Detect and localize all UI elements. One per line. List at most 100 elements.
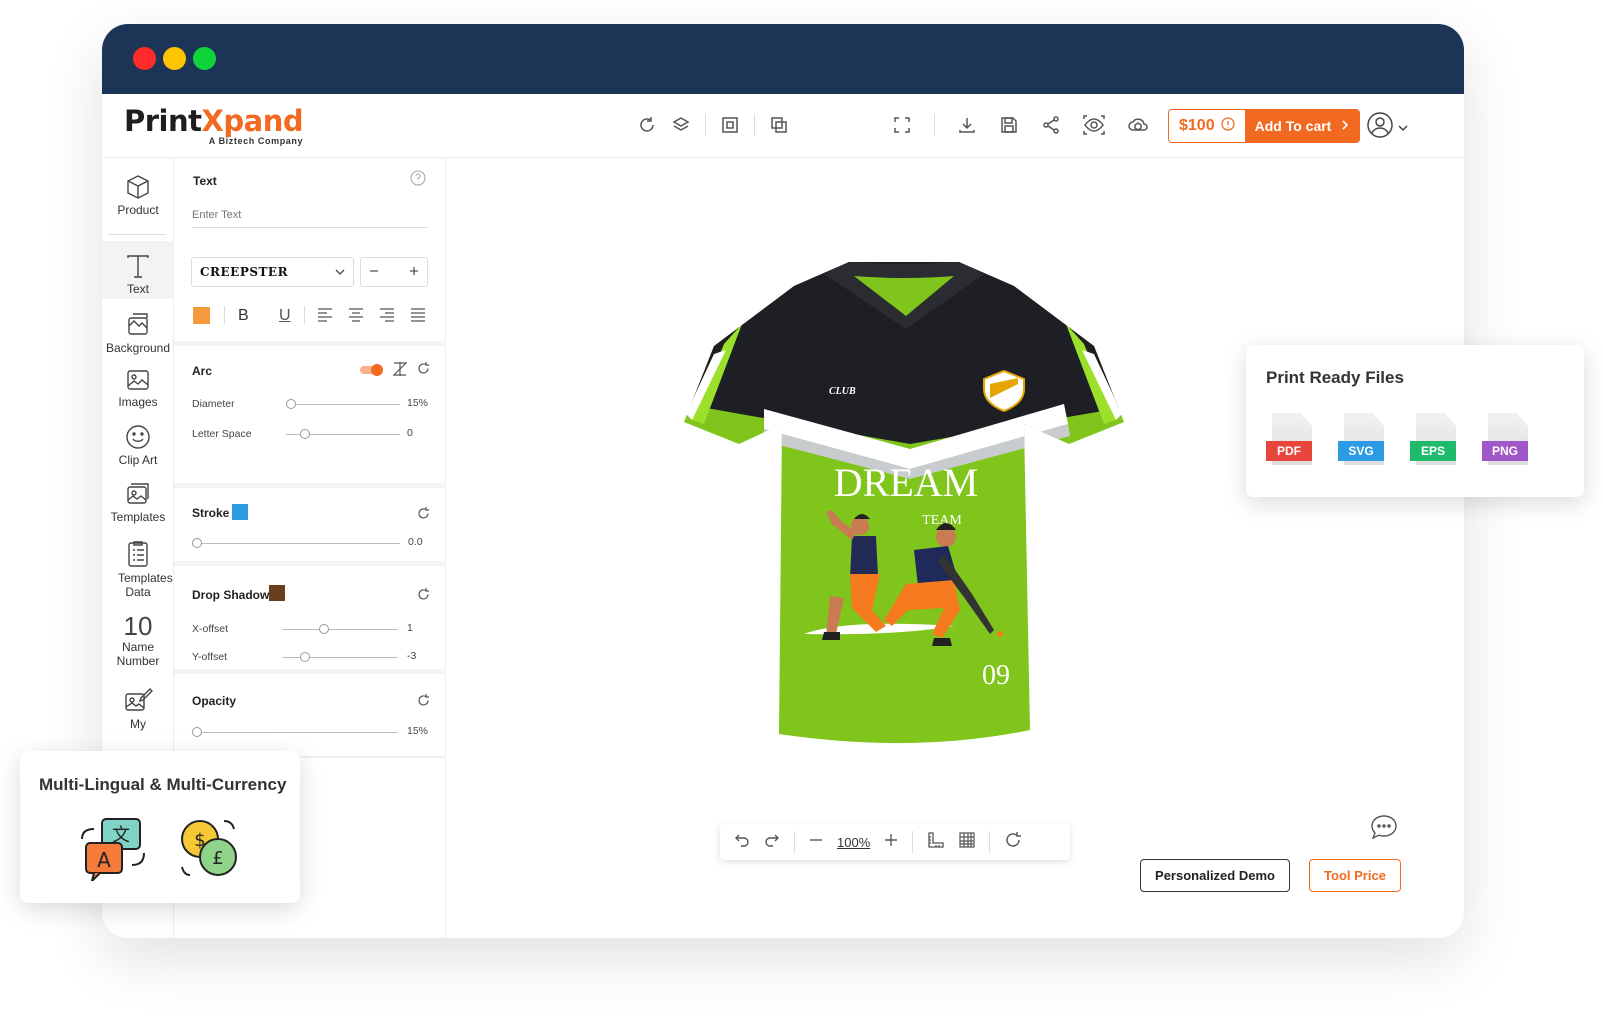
arc-title: Arc [192,364,213,378]
dream-text[interactable]: DREAM [834,460,978,505]
toolbar-divider [304,306,305,324]
sidebar-item-templates-data[interactable]: Templates Data [102,540,174,599]
info-icon[interactable] [1220,116,1235,136]
reset-stroke-icon[interactable] [416,506,431,526]
text-input[interactable] [192,202,428,228]
maximize-window-button[interactable] [193,47,216,70]
design-canvas[interactable]: CLUB DREAM TEAM 09 100% Personalized Dem… [446,158,1464,938]
x-offset-slider-handle[interactable] [319,624,329,634]
toolbar-divider [912,831,914,853]
share-icon[interactable] [1041,114,1061,136]
x-offset-value: 1 [407,622,413,634]
sidebar-item-clip-art[interactable]: Clip Art [102,424,174,467]
align-justify-icon[interactable] [410,308,426,327]
sidebar-item-label: Templates [110,510,166,524]
x-offset-slider-track[interactable] [282,629,398,630]
templates-icon [127,483,149,504]
save-icon[interactable] [999,114,1019,136]
currency-icon: $ £ [181,820,237,876]
y-offset-slider-handle[interactable] [300,652,310,662]
smiley-icon [126,425,150,449]
toolbar-divider [754,114,755,136]
reset-shadow-icon[interactable] [416,587,431,607]
cube-icon [127,175,149,199]
layers-icon[interactable] [671,114,691,136]
jersey-number-text[interactable]: 09 [982,660,1010,691]
reset-arc-icon[interactable] [416,361,431,381]
stroke-color-swatch[interactable] [232,504,248,520]
logo-print: Print [124,104,202,138]
sidebar-divider [108,234,166,235]
sidebar-item-label: My [130,717,146,731]
drop-shadow-section: Drop Shadow X-offset 1 Y-offset -3 [174,566,446,674]
letter-space-slider-handle[interactable] [300,429,310,439]
opacity-slider-handle[interactable] [192,727,202,737]
bold-button[interactable]: B [238,307,249,325]
undo-icon[interactable] [734,832,750,853]
y-offset-label: Y-offset [192,651,228,663]
y-offset-value: -3 [407,650,417,662]
align-right-icon[interactable] [379,308,395,327]
underline-button[interactable]: U [279,307,291,325]
sidebar-item-label: Product [117,203,159,217]
rotate-icon[interactable] [1004,831,1022,854]
user-menu[interactable] [1366,111,1408,144]
ruler-icon[interactable] [927,831,945,854]
fullscreen-icon[interactable] [892,114,912,136]
tool-price-button[interactable]: Tool Price [1309,859,1401,892]
diameter-slider-handle[interactable] [286,399,296,409]
close-window-button[interactable] [133,47,156,70]
stroke-slider-handle[interactable] [192,538,202,548]
opacity-value: 15% [407,725,429,737]
sidebar-item-text[interactable]: Text [102,241,174,299]
zoom-in-icon[interactable] [884,833,898,852]
letter-space-value: 0 [407,427,413,439]
background-icon [128,313,148,335]
preview-icon[interactable] [1083,114,1105,136]
sidebar-item-templates[interactable]: Templates [102,481,174,524]
sidebar-item-name-number[interactable]: 10 Name Number [102,612,174,668]
text-color-swatch[interactable] [193,307,210,324]
stroke-slider-track[interactable] [196,543,400,544]
align-left-icon[interactable] [317,308,333,327]
diameter-value: 15% [407,397,429,409]
shadow-color-swatch[interactable] [269,585,285,601]
pound-glyph: £ [212,848,223,869]
redo-icon[interactable] [764,832,780,853]
club-text[interactable]: CLUB [829,386,856,397]
minimize-window-button[interactable] [163,47,186,70]
align-center-icon[interactable] [348,308,364,327]
download-icon[interactable] [957,114,977,136]
opacity-slider-track[interactable] [196,732,398,733]
duplicate-icon[interactable] [769,114,789,136]
sidebar-item-background[interactable]: Background [102,312,174,355]
font-size-stepper [360,257,428,287]
logo-x: X [201,104,224,138]
help-icon[interactable] [410,170,426,191]
sidebar-item-product[interactable]: Product [102,174,174,217]
add-to-cart-button[interactable]: Add To cart [1244,110,1360,142]
personalized-demo-button[interactable]: Personalized Demo [1140,859,1290,892]
plus-icon[interactable] [409,263,419,281]
zoom-out-icon[interactable] [809,833,823,852]
flip-arc-icon[interactable] [392,361,408,382]
sidebar-item-label: Images [118,395,158,409]
minus-icon[interactable] [369,263,379,281]
png-badge: PNG [1482,441,1528,461]
diameter-slider-track[interactable] [286,404,400,405]
grid-icon[interactable] [959,831,975,853]
reset-opacity-icon[interactable] [416,693,431,713]
sidebar-item-my-designs[interactable]: My [102,686,174,731]
jersey-mockup[interactable]: CLUB DREAM TEAM 09 [684,254,1144,754]
reset-icon[interactable] [637,114,657,136]
arc-toggle[interactable] [360,364,383,376]
eps-badge: EPS [1410,441,1456,461]
3d-view-icon[interactable] [1127,114,1149,136]
letter-space-label: Letter Space [192,428,252,440]
eps-file-icon: EPS [1410,413,1458,471]
chat-icon[interactable] [1368,812,1400,849]
opacity-title: Opacity [192,694,237,708]
group-icon[interactable] [720,114,740,136]
sidebar-item-images[interactable]: Images [102,368,174,409]
font-select[interactable]: CREEPSTER [191,257,354,287]
